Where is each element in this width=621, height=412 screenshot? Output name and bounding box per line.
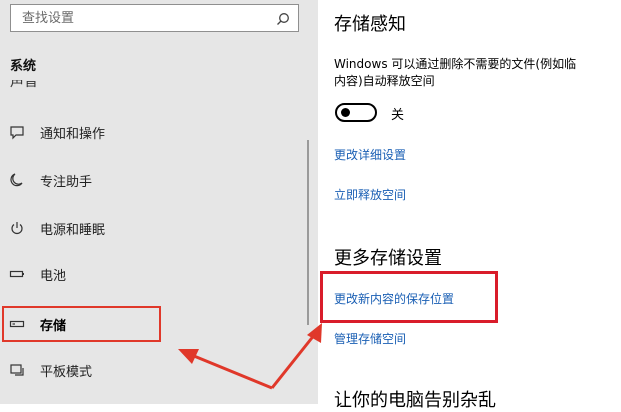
main-content: 存储感知 Windows 可以通过删除不需要的文件(例如临 内容)自动释放空间 … <box>318 0 621 411</box>
change-details-link[interactable]: 更改详细设置 <box>334 146 406 163</box>
toggle-state-label: 关 <box>391 108 405 123</box>
sidebar: 系统 声音 通知和操作 专注助手 电源和睡眠 电池 存储 <box>0 0 318 404</box>
sidebar-item-label: 通知和操作 <box>40 126 106 142</box>
storage-sense-title: 存储感知 <box>334 14 406 35</box>
sidebar-item-label: 电池 <box>40 268 67 284</box>
notification-icon <box>9 124 25 140</box>
sidebar-item-tablet-mode[interactable]: 平板模式 <box>0 350 300 390</box>
sidebar-item-focus-assist[interactable]: 专注助手 <box>0 160 300 200</box>
sidebar-item-label: 声音 <box>10 80 38 90</box>
battery-icon <box>9 266 25 282</box>
sidebar-item-power-sleep[interactable]: 电源和睡眠 <box>0 208 300 248</box>
free-up-space-link[interactable]: 立即释放空间 <box>334 186 406 203</box>
toggle-knob <box>341 108 350 117</box>
description-line-2: 内容)自动释放空间 <box>334 74 435 88</box>
power-icon <box>9 220 25 236</box>
manage-storage-spaces-link[interactable]: 管理存储空间 <box>334 330 406 347</box>
sidebar-scrollbar[interactable] <box>307 140 309 325</box>
search-input[interactable] <box>11 5 272 31</box>
sidebar-item-battery[interactable]: 电池 <box>0 254 300 294</box>
more-storage-settings-heading: 更多存储设置 <box>334 248 442 269</box>
tablet-mode-icon <box>9 362 25 378</box>
sidebar-item-label: 电源和睡眠 <box>40 222 106 238</box>
sidebar-item-sound-partial[interactable]: 声音 <box>10 80 130 92</box>
search-icon[interactable] <box>276 12 290 26</box>
sidebar-item-label: 平板模式 <box>40 364 93 380</box>
sidebar-item-notifications[interactable]: 通知和操作 <box>0 112 300 152</box>
declutter-heading: 让你的电脑告别杂乱 <box>334 390 496 411</box>
search-box[interactable] <box>10 4 299 32</box>
description-line-1: Windows 可以通过删除不需要的文件(例如临 <box>334 57 577 71</box>
change-save-location-link[interactable]: 更改新内容的保存位置 <box>334 290 454 307</box>
storage-highlight-box <box>2 306 161 342</box>
sidebar-item-label: 专注助手 <box>40 174 93 190</box>
storage-sense-toggle[interactable] <box>335 103 377 122</box>
storage-sense-description: Windows 可以通过删除不需要的文件(例如临 内容)自动释放空间 <box>334 56 621 90</box>
moon-icon <box>9 172 25 188</box>
section-title: 系统 <box>10 59 37 74</box>
